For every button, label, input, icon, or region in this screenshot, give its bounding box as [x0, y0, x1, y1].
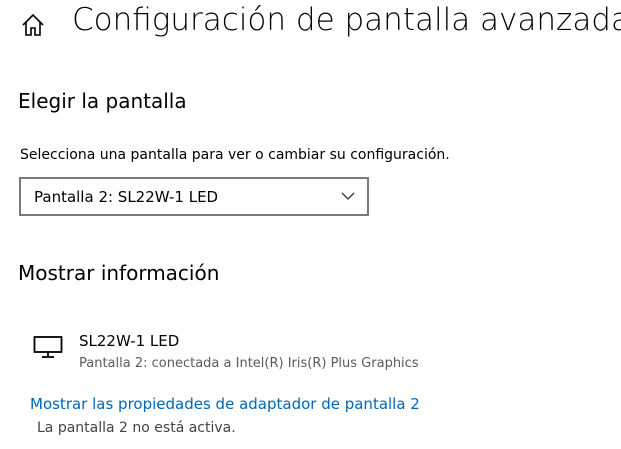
- section-title-display-info: Mostrar información: [18, 261, 220, 285]
- chevron-down-icon: [341, 192, 355, 200]
- section-title-choose-display: Elegir la pantalla: [18, 89, 187, 113]
- home-icon[interactable]: [20, 12, 46, 38]
- display-connection-info: Pantalla 2: conectada a Intel(R) Iris(R)…: [79, 356, 419, 371]
- display-select-value: Pantalla 2: SL22W-1 LED: [34, 188, 219, 206]
- adapter-properties-link[interactable]: Mostrar las propiedades de adaptador de …: [30, 395, 420, 413]
- monitor-icon: [33, 336, 63, 358]
- choose-display-instruction: Selecciona una pantalla para ver o cambi…: [20, 147, 450, 163]
- display-select[interactable]: Pantalla 2: SL22W-1 LED: [19, 177, 369, 216]
- display-name: SL22W-1 LED: [79, 332, 180, 350]
- page-title: Configuración de pantalla avanzada: [72, 2, 621, 38]
- display-inactive-note: La pantalla 2 no está activa.: [37, 420, 236, 436]
